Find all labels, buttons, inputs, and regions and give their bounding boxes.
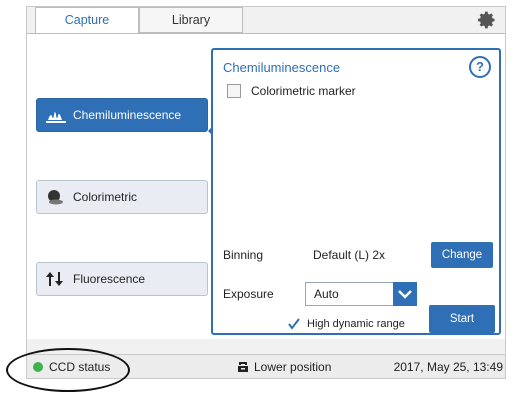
ccd-status[interactable]: CCD status <box>33 360 110 374</box>
position-status: Lower position <box>237 360 331 374</box>
status-bar: CCD status Lower position 2017, May 25, … <box>26 355 506 379</box>
exposure-label: Exposure <box>223 287 274 301</box>
app-window: Capture Library Chemiluminescence Colori… <box>26 6 506 355</box>
ccd-status-indicator <box>33 362 43 372</box>
high-dynamic-range-option[interactable]: High dynamic range <box>287 317 405 331</box>
capture-content: Chemiluminescence Colorimetric Fluoresce… <box>27 33 505 339</box>
start-button[interactable]: Start <box>429 305 495 333</box>
colorimetric-marker-checkbox[interactable] <box>227 84 241 98</box>
colorimetric-icon <box>48 190 63 205</box>
help-icon[interactable]: ? <box>469 56 491 78</box>
tab-library[interactable]: Library <box>139 7 243 33</box>
fluorescence-button[interactable]: Fluorescence <box>36 262 208 296</box>
colorimetric-marker-option[interactable]: Colorimetric marker <box>227 84 356 98</box>
exposure-select[interactable]: Auto <box>305 282 417 306</box>
panel-title: Chemiluminescence <box>223 60 341 75</box>
position-label: Lower position <box>254 360 332 374</box>
chemiluminescence-button[interactable]: Chemiluminescence <box>36 98 208 132</box>
fluorescence-icon <box>46 272 63 286</box>
tab-capture[interactable]: Capture <box>35 7 139 34</box>
fluorescence-label: Fluorescence <box>73 272 146 286</box>
gear-icon[interactable] <box>477 10 497 30</box>
settings-panel: Chemiluminescence ? Colorimetric marker … <box>211 48 501 335</box>
colorimetric-button[interactable]: Colorimetric <box>36 180 208 214</box>
ccd-status-label: CCD status <box>49 360 111 374</box>
tab-bar: Capture Library <box>27 7 505 34</box>
chemiluminescence-label: Chemiluminescence <box>73 108 182 122</box>
colorimetric-label: Colorimetric <box>73 190 138 204</box>
exposure-value: Auto <box>314 287 339 301</box>
datetime: 2017, May 25, 13:49 <box>393 360 503 374</box>
chevron-down-icon[interactable] <box>393 282 417 306</box>
tray-icon <box>238 362 248 372</box>
chemiluminescence-icon <box>46 112 66 123</box>
change-button[interactable]: Change <box>431 242 493 268</box>
checkmark-icon[interactable] <box>287 317 301 331</box>
colorimetric-marker-label: Colorimetric marker <box>251 84 356 98</box>
binning-label: Binning <box>223 248 264 262</box>
binning-value: Default (L) 2x <box>313 248 386 262</box>
high-dynamic-range-label: High dynamic range <box>307 318 405 330</box>
